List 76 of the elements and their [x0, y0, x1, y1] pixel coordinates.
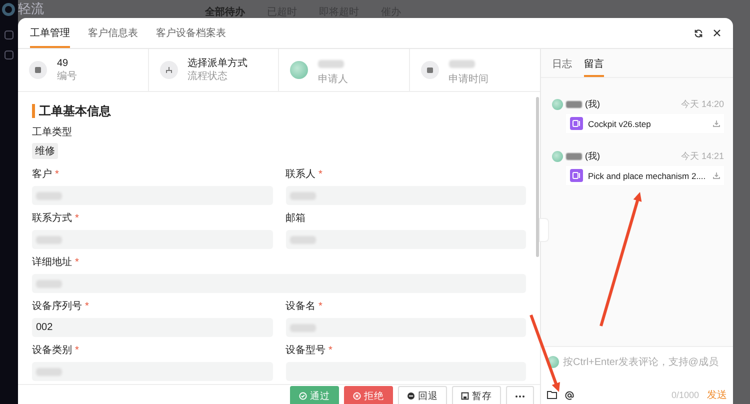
- cross-circle-icon: [353, 392, 361, 400]
- required-mark: *: [318, 168, 322, 181]
- action-button[interactable]: 暂存: [452, 386, 501, 404]
- hierarchy-icon: [164, 66, 172, 74]
- info-label: 申请人: [318, 72, 348, 86]
- file-attachment[interactable]: Cockpit v26.step: [566, 114, 724, 133]
- field-label: 详细地址: [32, 256, 72, 269]
- tab[interactable]: 留言: [584, 51, 604, 77]
- input-field[interactable]: [286, 230, 526, 249]
- tab[interactable]: 日志: [552, 51, 572, 77]
- info-value: 49: [57, 57, 70, 70]
- field-label: 联系人: [286, 168, 316, 181]
- avatar: [552, 99, 563, 110]
- input-field[interactable]: [286, 318, 526, 337]
- tab[interactable]: 客户设备档案表: [156, 18, 226, 48]
- refresh-icon[interactable]: [694, 28, 703, 38]
- mention-icon[interactable]: [565, 390, 574, 400]
- message-time: 今天 14:21: [680, 150, 724, 163]
- field-label: 邮箱: [286, 212, 306, 225]
- char-counter: 0/1000: [671, 390, 699, 400]
- download-icon[interactable]: [713, 120, 720, 127]
- input-field[interactable]: [32, 362, 272, 381]
- action-button[interactable]: 拒绝: [344, 386, 393, 404]
- info-label: 流程状态: [188, 70, 228, 83]
- save-icon: [461, 392, 469, 400]
- input-field[interactable]: 002: [32, 318, 272, 337]
- message-time: 今天 14:20: [680, 98, 724, 111]
- tab[interactable]: 工单管理: [30, 18, 70, 48]
- logo-icon: [2, 2, 15, 16]
- field-label: 设备序列号: [32, 300, 82, 313]
- field-label: 设备类别: [32, 344, 72, 357]
- required-mark: *: [75, 256, 79, 269]
- required-mark: *: [75, 212, 79, 225]
- check-circle-icon: [299, 392, 307, 400]
- info-label: 申请时间: [448, 72, 488, 86]
- tab[interactable]: 客户信息表: [88, 18, 138, 48]
- required-mark: *: [318, 300, 322, 313]
- field-label: 工单类型: [32, 126, 72, 139]
- info-label: 编号: [57, 70, 77, 83]
- action-button[interactable]: 回退: [398, 386, 447, 404]
- input-field[interactable]: [32, 274, 526, 293]
- file-name: Pick and place mechanism 2....: [588, 170, 707, 180]
- avatar: [290, 61, 308, 79]
- redacted-name: [566, 153, 582, 160]
- required-mark: *: [85, 300, 89, 313]
- file-icon: [570, 117, 583, 130]
- calendar-icon: [426, 66, 434, 74]
- field-label: 客户: [32, 168, 52, 181]
- field-label: 联系方式: [32, 212, 72, 225]
- undo-icon: [407, 392, 415, 400]
- field-label: 设备型号: [286, 344, 326, 357]
- logo-text: 轻流: [18, 1, 44, 17]
- section-title: 工单基本信息: [32, 104, 526, 118]
- input-field[interactable]: [286, 186, 526, 205]
- self-tag: (我): [585, 150, 600, 163]
- info-value: 选择派单方式: [188, 57, 248, 70]
- required-mark: *: [75, 344, 79, 357]
- redacted-name: [566, 101, 582, 108]
- more-button[interactable]: [506, 386, 534, 404]
- file-icon: [570, 169, 583, 182]
- close-icon[interactable]: [713, 29, 721, 37]
- input-field[interactable]: [32, 230, 272, 249]
- type-tag: 维修: [32, 143, 58, 159]
- file-attachment[interactable]: Pick and place mechanism 2....: [566, 166, 724, 185]
- input-field[interactable]: [32, 186, 272, 205]
- file-name: Cockpit v26.step: [588, 118, 652, 128]
- download-icon[interactable]: [713, 172, 720, 179]
- more-icon: [515, 394, 525, 398]
- field-label: 设备名: [286, 300, 316, 313]
- self-tag: (我): [585, 98, 600, 111]
- folder-icon[interactable]: [547, 391, 557, 399]
- required-mark: *: [328, 344, 332, 357]
- avatar: [552, 151, 563, 162]
- collapse-handle[interactable]: [539, 218, 549, 242]
- required-mark: *: [55, 168, 59, 181]
- id-card-icon: [34, 66, 42, 74]
